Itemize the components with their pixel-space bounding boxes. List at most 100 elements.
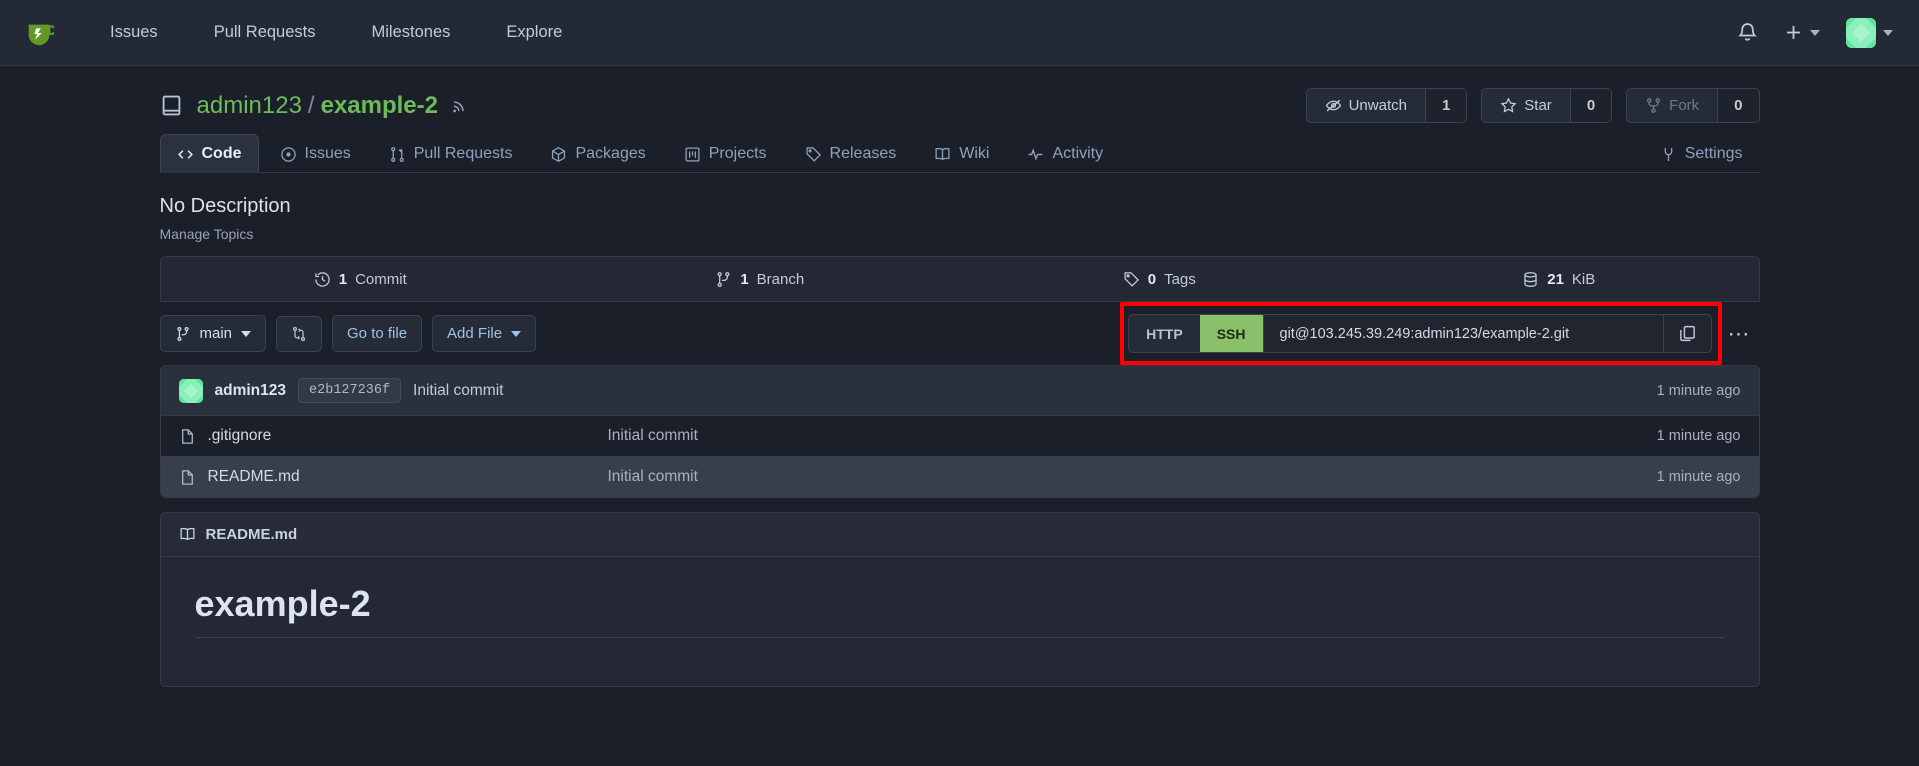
clone-url-section: HTTP SSH git@103.245.39.249:admin123/exa… (1120, 302, 1760, 365)
watch-count[interactable]: 1 (1424, 89, 1467, 122)
pulse-icon (1027, 146, 1044, 163)
fork-button-group[interactable]: Fork 0 (1626, 88, 1760, 123)
repository-action-buttons: Unwatch 1 Star 0 Fork 0 (1305, 88, 1760, 123)
file-timestamp: 1 minute ago (1656, 469, 1741, 485)
notifications-button[interactable] (1737, 22, 1758, 43)
commit-sha-badge[interactable]: e2b127236f (298, 378, 402, 403)
commit-author-link[interactable]: admin123 (215, 382, 287, 400)
repository-stats-bar: 1 Commit 1 Branch 0 Tags 21 KiB (159, 256, 1760, 302)
git-branch-icon (715, 271, 732, 288)
star-label: Star (1524, 97, 1552, 114)
tab-pull-requests[interactable]: Pull Requests (372, 134, 530, 173)
tab-projects[interactable]: Projects (667, 134, 784, 173)
tab-activity[interactable]: Activity (1010, 134, 1120, 173)
package-icon (550, 146, 567, 163)
commit-message[interactable]: Initial commit (413, 382, 503, 400)
go-to-file-label: Go to file (347, 325, 408, 342)
nav-link-pull-requests[interactable]: Pull Requests (186, 15, 344, 50)
tab-settings[interactable]: Settings (1643, 134, 1760, 173)
chevron-down-icon (1810, 29, 1820, 36)
history-icon (314, 271, 331, 288)
code-icon (177, 146, 194, 163)
book-icon (934, 146, 951, 163)
clone-protocol-http-button[interactable]: HTTP (1129, 315, 1200, 352)
stat-branches[interactable]: 1 Branch (560, 271, 960, 288)
tab-releases[interactable]: Releases (788, 134, 914, 173)
clone-more-options-button[interactable]: ⋯ (1712, 322, 1760, 345)
stat-commits-label: Commit (355, 270, 407, 288)
tab-activity-label: Activity (1052, 145, 1104, 162)
file-commit-message[interactable]: Initial commit (608, 427, 1657, 445)
repository-tabs: Code Issues Pull Requests Packages Proje… (159, 133, 1760, 173)
file-list: admin123 e2b127236f Initial commit 1 min… (159, 365, 1760, 498)
tab-packages[interactable]: Packages (533, 134, 662, 173)
tab-wiki-label: Wiki (959, 145, 990, 162)
table-row[interactable]: README.md Initial commit 1 minute ago (160, 457, 1759, 497)
git-compare-icon (291, 326, 307, 342)
add-file-label: Add File (447, 325, 503, 342)
add-file-button[interactable]: Add File (432, 315, 537, 352)
chevron-down-icon (1883, 29, 1893, 36)
repo-path-separator: / (307, 91, 315, 119)
user-menu-button[interactable] (1846, 17, 1893, 48)
nav-link-milestones[interactable]: Milestones (344, 15, 479, 50)
book-icon (179, 526, 196, 543)
project-icon (684, 146, 701, 163)
file-name-link[interactable]: README.md (208, 468, 608, 486)
branch-name-label: main (199, 325, 233, 342)
readme-file-name[interactable]: README.md (206, 526, 298, 543)
repository-action-row: main Go to file Add File HTTP SSH git@10… (159, 302, 1760, 365)
repo-owner-link[interactable]: admin123 (197, 92, 302, 120)
stat-tags[interactable]: 0 Tags (960, 271, 1360, 288)
stat-size[interactable]: 21 KiB (1359, 271, 1759, 288)
table-row[interactable]: .gitignore Initial commit 1 minute ago (160, 416, 1759, 457)
star-count[interactable]: 0 (1569, 89, 1612, 122)
fork-icon (1645, 97, 1662, 114)
issue-opened-icon (280, 146, 297, 163)
tab-wiki[interactable]: Wiki (917, 134, 1006, 173)
tab-releases-label: Releases (829, 145, 897, 162)
tab-code[interactable]: Code (159, 134, 259, 173)
repo-name-link[interactable]: example-2 (321, 92, 438, 120)
tools-icon (1660, 146, 1677, 163)
stat-tags-label: Tags (1164, 270, 1196, 288)
nav-link-issues[interactable]: Issues (82, 15, 186, 50)
file-icon (179, 428, 196, 445)
manage-topics-link[interactable]: Manage Topics (160, 226, 1760, 242)
tab-settings-label: Settings (1684, 145, 1743, 162)
latest-commit-row: admin123 e2b127236f Initial commit 1 min… (160, 366, 1759, 416)
watch-button-group[interactable]: Unwatch 1 (1305, 88, 1468, 123)
branch-selector-button[interactable]: main (159, 315, 267, 352)
readme-heading: example-2 (194, 583, 1725, 638)
fork-count[interactable]: 0 (1717, 89, 1759, 122)
stat-commits[interactable]: 1 Commit (161, 271, 561, 288)
create-new-button[interactable] (1784, 23, 1820, 42)
readme-content: example-2 (160, 557, 1759, 686)
file-commit-message[interactable]: Initial commit (608, 468, 1657, 486)
fork-button[interactable]: Fork (1627, 89, 1718, 122)
stat-size-count: 21 (1547, 270, 1564, 288)
chevron-down-icon (511, 330, 522, 337)
primary-nav-links: Issues Pull Requests Milestones Explore (82, 15, 590, 50)
copy-icon[interactable] (1662, 315, 1711, 352)
unwatch-button[interactable]: Unwatch (1306, 89, 1425, 122)
go-to-file-button[interactable]: Go to file (332, 315, 423, 352)
nav-link-explore[interactable]: Explore (478, 15, 590, 50)
clone-url-box: HTTP SSH git@103.245.39.249:admin123/exa… (1128, 314, 1712, 353)
top-nav-right-actions (1737, 17, 1893, 48)
clone-protocol-ssh-button[interactable]: SSH (1199, 315, 1263, 352)
gitea-logo-icon[interactable] (22, 16, 56, 50)
unwatch-label: Unwatch (1348, 97, 1407, 114)
avatar (1846, 17, 1876, 48)
star-button[interactable]: Star (1482, 89, 1570, 122)
tab-issues[interactable]: Issues (263, 134, 368, 173)
repository-description: No Description (159, 195, 291, 217)
star-button-group[interactable]: Star 0 (1481, 88, 1613, 123)
file-name-link[interactable]: .gitignore (208, 427, 608, 445)
compare-branches-button[interactable] (276, 315, 323, 352)
repo-book-icon (160, 94, 183, 117)
star-icon (1500, 97, 1517, 114)
repository-header: admin123 / example-2 Unwatch 1 Star 0 Fo… (160, 66, 1760, 133)
clone-url-input[interactable]: git@103.245.39.249:admin123/example-2.gi… (1262, 315, 1663, 352)
rss-icon[interactable] (450, 97, 468, 115)
